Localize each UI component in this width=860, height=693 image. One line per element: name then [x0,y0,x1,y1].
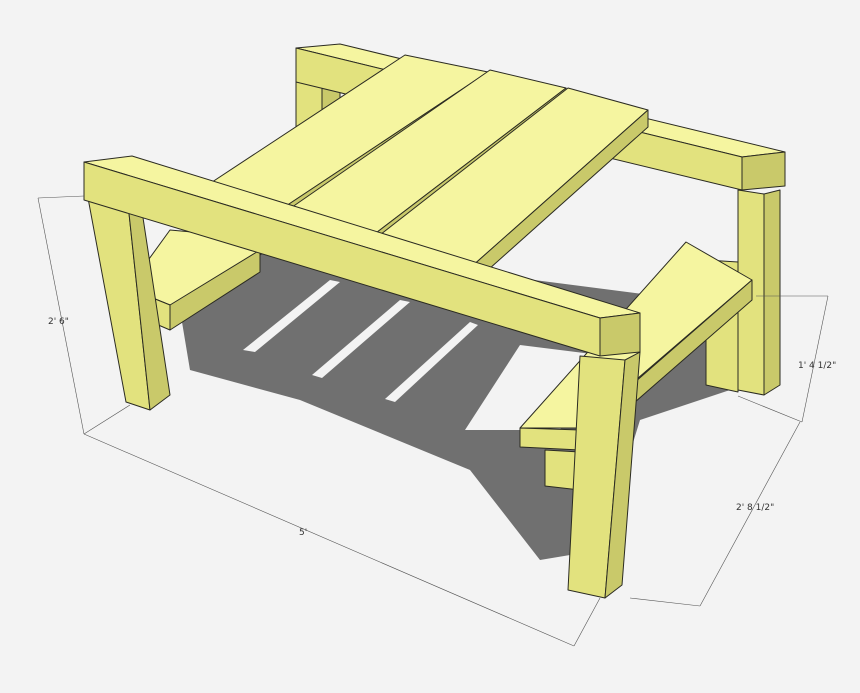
height-label: 2' 6" [48,317,69,327]
bench-depth-label: 2' 8 1/2" [736,503,774,513]
front-right-leg [567,351,641,599]
height-extension-top [37,195,85,199]
bench-depth-dimension-line [699,421,801,607]
length-label: 5' [299,528,307,538]
table-drawing: 2' 6" 5' 1' 4 1/2" 2' 8 1/2" [0,0,860,693]
picnic-table-sketch: 2' 6" 5' 1' 4 1/2" 2' 8 1/2" [37,43,836,647]
bench-height-dimension-line [801,295,829,423]
bench-height-label: 1' 4 1/2" [798,361,836,371]
height-dimension-line [37,197,85,435]
